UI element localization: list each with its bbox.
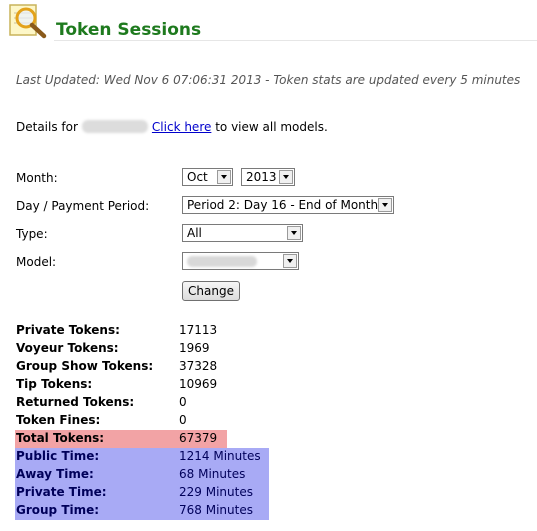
- stat-row: Away Time: 68 Minutes: [15, 466, 269, 484]
- chevron-down-icon: [378, 198, 392, 212]
- stat-value: 0: [179, 395, 187, 409]
- stat-label: Tip Tokens:: [16, 377, 93, 391]
- stat-value: 0: [179, 413, 187, 427]
- stat-label: Private Tokens:: [16, 323, 120, 337]
- stat-label: Private Time:: [16, 485, 107, 499]
- stat-row: Token Fines: 0: [15, 412, 269, 430]
- header-divider: [54, 40, 537, 41]
- blurred-model-name: [81, 120, 148, 133]
- stat-row: Tip Tokens: 10969: [15, 376, 269, 394]
- stat-row: Private Time: 229 Minutes: [15, 484, 269, 502]
- stat-value: 68 Minutes: [179, 467, 246, 481]
- view-all-models-link[interactable]: Click here: [152, 120, 211, 134]
- period-select-value: Period 2: Day 16 - End of Month: [187, 198, 379, 212]
- type-label: Type:: [16, 227, 48, 241]
- details-line: Details for Click here to view all models…: [16, 120, 328, 134]
- type-select-value: All: [187, 226, 202, 240]
- stat-label: Group Show Tokens:: [16, 359, 154, 373]
- stat-label: Away Time:: [16, 467, 94, 481]
- last-updated-text: Last Updated: Wed Nov 6 07:06:31 2013 - …: [16, 73, 521, 87]
- stat-label: Total Tokens:: [16, 431, 105, 445]
- year-select[interactable]: 2013: [241, 168, 295, 186]
- model-select[interactable]: [182, 252, 299, 270]
- blurred-model-value: [187, 256, 257, 267]
- stat-row: Private Tokens: 17113: [15, 322, 269, 340]
- stat-row: Group Show Tokens: 37328: [15, 358, 269, 376]
- stat-row: Voyeur Tokens: 1969: [15, 340, 269, 358]
- stat-label: Voyeur Tokens:: [16, 341, 119, 355]
- chevron-down-icon: [279, 170, 293, 184]
- chevron-down-icon: [287, 226, 301, 240]
- stat-label: Token Fines:: [16, 413, 101, 427]
- magnifier-notepad-icon: [9, 4, 47, 39]
- token-stats-table: Private Tokens: 17113 Voyeur Tokens: 1969 Gr…: [15, 322, 269, 520]
- change-button[interactable]: Change: [182, 281, 240, 301]
- stat-row: Total Tokens: 67379: [15, 430, 227, 448]
- details-suffix: to view all models.: [215, 120, 328, 134]
- period-label: Day / Payment Period:: [16, 199, 150, 213]
- stat-value: 10969: [179, 377, 218, 391]
- model-label: Model:: [16, 255, 57, 269]
- stat-label: Group Time:: [16, 503, 100, 517]
- stat-value: 67379: [179, 431, 218, 445]
- details-prefix: Details for: [16, 120, 78, 134]
- stat-value: 768 Minutes: [179, 503, 253, 517]
- page-title: Token Sessions: [56, 20, 202, 40]
- stat-value: 1969: [179, 341, 210, 355]
- stat-label: Returned Tokens:: [16, 395, 135, 409]
- chevron-down-icon: [283, 254, 297, 268]
- stat-value: 17113: [179, 323, 218, 337]
- stat-row: Group Time: 768 Minutes: [15, 502, 269, 520]
- stat-value: 1214 Minutes: [179, 449, 261, 463]
- year-select-value: 2013: [246, 170, 277, 184]
- month-label: Month:: [16, 171, 58, 185]
- chevron-down-icon: [217, 170, 231, 184]
- month-select-value: Oct: [187, 170, 208, 184]
- period-select[interactable]: Period 2: Day 16 - End of Month: [182, 196, 394, 214]
- month-select[interactable]: Oct: [182, 168, 233, 186]
- type-select[interactable]: All: [182, 224, 303, 242]
- stat-row: Public Time: 1214 Minutes: [15, 448, 269, 466]
- stat-row: Returned Tokens: 0: [15, 394, 269, 412]
- stat-value: 37328: [179, 359, 218, 373]
- stat-label: Public Time:: [16, 449, 100, 463]
- stat-value: 229 Minutes: [179, 485, 253, 499]
- page-header: Token Sessions: [0, 0, 537, 42]
